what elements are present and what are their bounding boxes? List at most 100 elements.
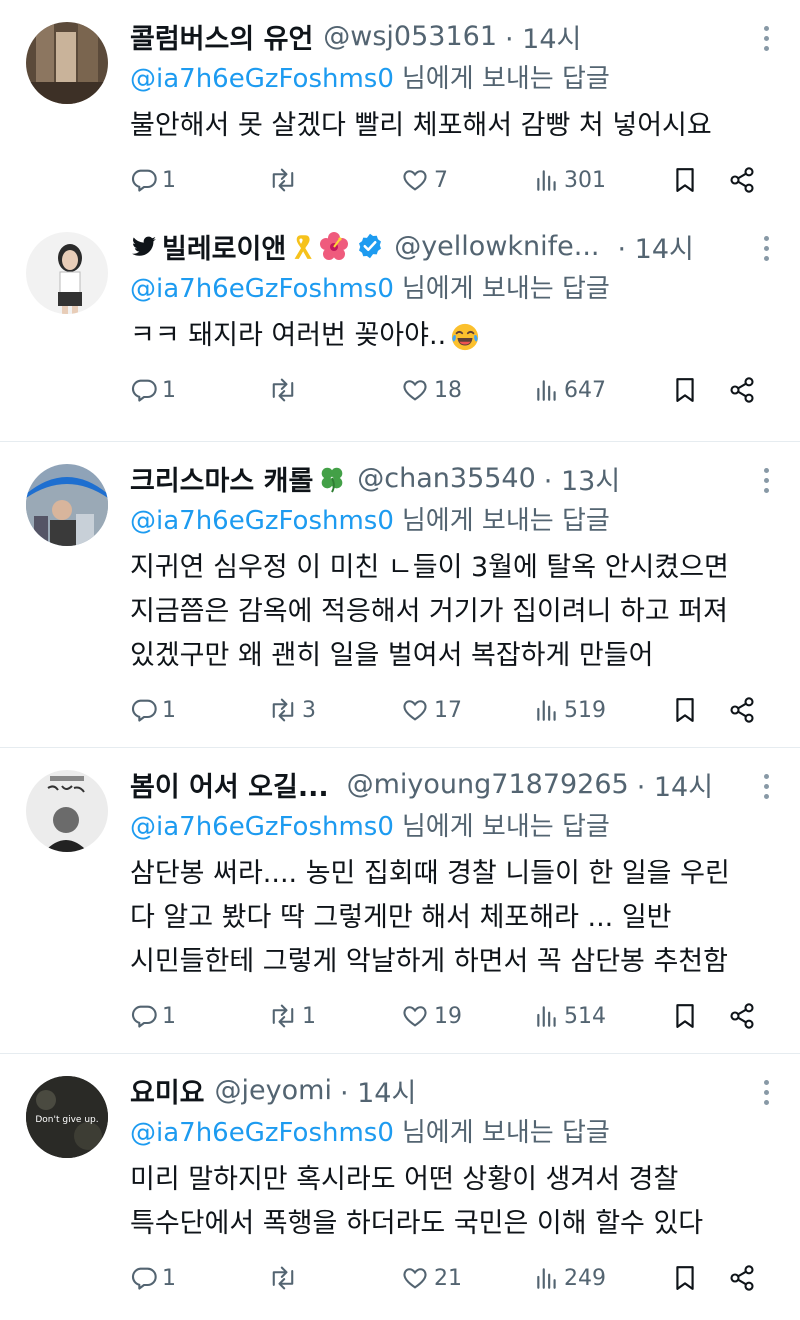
reply-button[interactable]: 1 [130,372,176,408]
reply-context-label: 님에게 보내는 답글 [401,812,610,842]
bookmark-button[interactable] [672,998,698,1034]
avatar[interactable] [26,22,108,104]
retweet-icon [272,1266,294,1290]
timestamp[interactable]: · 13시 [544,459,620,498]
bookmark-icon [676,168,694,192]
tweet-text-line: 다 알고 봤다 딱 그렇게만 해서 체포해라 ... 일반 [130,902,672,933]
timestamp[interactable]: · 14시 [340,1071,416,1110]
more-vertical-icon[interactable] [764,1080,772,1110]
tweet[interactable]: 콜럼버스의 유언 @wsj053161 · 14시 @ia7h6eGzFoshm… [0,0,800,210]
reply-context-label: 님에게 보내는 답글 [401,274,610,304]
like-button[interactable]: 17 [400,692,462,728]
user-handle[interactable]: @miyoung71879265 [347,769,629,800]
timestamp[interactable]: · 14시 [637,765,713,804]
retweet-button[interactable] [268,372,302,408]
user-handle[interactable]: @yellowknife... [394,231,599,262]
like-button[interactable]: 7 [400,162,448,198]
reply-button[interactable]: 1 [130,998,176,1034]
user-handle[interactable]: @chan35540 [357,463,536,494]
user-handle[interactable]: @wsj053161 [323,21,497,52]
tweet[interactable]: 크리스마스 캐롤 @chan35540 · 13시 @ia7h6eGzFoshm… [0,442,800,748]
view-count: 514 [564,1003,606,1029]
views-button[interactable]: 647 [534,372,606,408]
retweet-button[interactable] [268,1260,302,1296]
like-count: 18 [434,377,462,403]
more-vertical-icon[interactable] [764,774,772,804]
view-count: 647 [564,377,606,403]
reply-count: 1 [162,167,176,193]
mention-link[interactable]: @ia7h6eGzFoshms0 [130,64,394,94]
mention-link[interactable]: @ia7h6eGzFoshms0 [130,812,394,842]
retweet-button[interactable] [268,162,302,198]
avatar[interactable] [26,464,108,546]
mention-link[interactable]: @ia7h6eGzFoshms0 [130,506,394,536]
views-button[interactable]: 249 [534,1260,606,1296]
tweet-text-line: 시민들한테 그렇게 악날하게 하면서 꼭 삼단봉 추천함 [130,946,728,977]
tweet-text: 미리 말하지만 혹시라도 어떤 상황이 생겨서 경찰 특수단에서 폭행을 하더라… [130,1158,760,1246]
reply-button[interactable]: 1 [130,162,176,198]
reply-context: @ia7h6eGzFoshms0 님에게 보내는 답글 [130,1112,760,1154]
reply-context: @ia7h6eGzFoshms0 님에게 보내는 답글 [130,268,760,310]
action-bar: 1 1 19 514 [130,998,760,1058]
like-button[interactable]: 19 [400,998,462,1034]
retweet-icon [272,698,294,722]
tweet-text: ㅋㅋ 돼지라 여러번 꽂아야.. [130,314,760,358]
avatar[interactable]: Don't give up. [26,1076,108,1158]
more-vertical-icon[interactable] [764,468,772,498]
like-button[interactable]: 21 [400,1260,462,1296]
views-chart-icon [537,1268,556,1289]
verified-badge-icon [359,233,382,259]
share-button[interactable] [728,372,756,408]
tweet[interactable]: 빌레로이앤 @yellowknife... · 14시 @ia7h6eGzFos… [0,210,800,442]
mention-link[interactable]: @ia7h6eGzFoshms0 [130,1118,394,1148]
tweet[interactable]: Don't give up. 요미요 @jeyomi · 14시 @ia7h6e… [0,1054,800,1306]
bookmark-button[interactable] [672,1260,698,1296]
share-button[interactable] [728,1260,756,1296]
reply-button[interactable]: 1 [130,692,176,728]
views-button[interactable]: 514 [534,998,606,1034]
avatar[interactable] [26,232,108,314]
display-name[interactable]: 요미요 [130,1071,205,1110]
display-name[interactable]: 봄이 어서 오길... [130,765,329,804]
yellow-ribbon-icon [294,235,312,259]
like-count: 17 [434,697,462,723]
bookmark-icon [676,698,694,722]
like-count: 21 [434,1265,462,1291]
display-name[interactable]: 빌레로이앤 [162,227,286,266]
reply-context-label: 님에게 보내는 답글 [401,64,610,94]
bookmark-icon [676,378,694,402]
reply-context-label: 님에게 보내는 답글 [401,506,610,536]
display-name[interactable]: 콜럼버스의 유언 [130,17,313,56]
mention-link[interactable]: @ia7h6eGzFoshms0 [130,274,394,304]
share-button[interactable] [728,692,756,728]
heart-icon [403,700,427,721]
share-icon [730,167,754,193]
share-button[interactable] [728,162,756,198]
share-button[interactable] [728,998,756,1034]
bookmark-button[interactable] [672,162,698,198]
timestamp[interactable]: · 14시 [505,17,581,56]
views-button[interactable]: 519 [534,692,606,728]
avatar-text: Don't give up. [35,1115,98,1125]
retweet-button[interactable]: 1 [268,998,316,1034]
reply-context: @ia7h6eGzFoshms0 님에게 보내는 답글 [130,806,760,848]
bookmark-icon [676,1004,694,1028]
avatar[interactable] [26,770,108,852]
retweet-button[interactable]: 3 [268,692,316,728]
reply-context: @ia7h6eGzFoshms0 님에게 보내는 답글 [130,500,760,542]
action-bar: 1 3 17 519 [130,692,760,752]
share-icon [730,1265,754,1291]
more-vertical-icon[interactable] [764,26,772,56]
retweet-icon [272,378,294,402]
reply-button[interactable]: 1 [130,1260,176,1296]
tweet[interactable]: 봄이 어서 오길... @miyoung71879265 · 14시 @ia7h… [0,748,800,1054]
like-button[interactable]: 18 [400,372,462,408]
timestamp[interactable]: · 14시 [618,227,694,266]
bookmark-button[interactable] [672,372,698,408]
share-icon [730,697,754,723]
user-handle[interactable]: @jeyomi [215,1075,332,1106]
more-vertical-icon[interactable] [764,236,772,266]
views-button[interactable]: 301 [534,162,606,198]
bookmark-button[interactable] [672,692,698,728]
display-name[interactable]: 크리스마스 캐롤 [130,459,313,498]
